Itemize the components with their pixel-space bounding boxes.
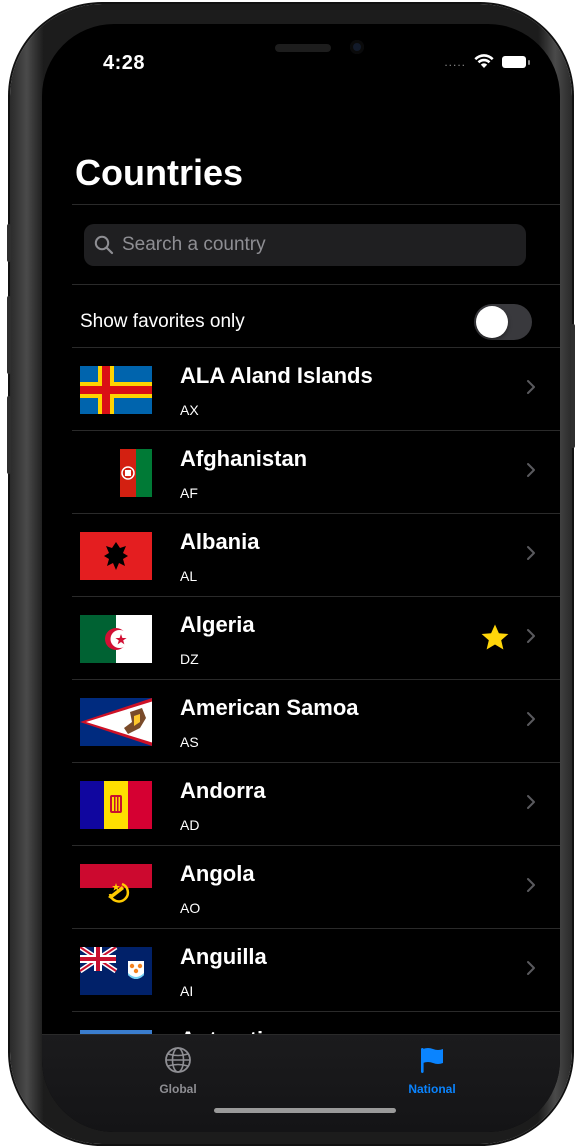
search-input[interactable] — [120, 233, 504, 257]
country-name: Algeria — [180, 612, 255, 637]
chevron-right-icon — [527, 546, 535, 560]
country-row[interactable]: ALA Aland Islands AX — [42, 348, 560, 431]
home-indicator[interactable] — [214, 1108, 396, 1113]
power-button — [571, 324, 575, 448]
american-samoa-flag — [80, 698, 152, 746]
chevron-right-icon — [527, 961, 535, 975]
country-name: Andorra — [180, 778, 266, 803]
tab-national[interactable]: National — [372, 1045, 492, 1096]
country-name: Anguilla — [180, 944, 267, 969]
battery-icon — [502, 55, 530, 68]
country-row[interactable]: Algeria DZ — [42, 597, 560, 680]
earpiece-speaker — [275, 44, 331, 52]
tab-global-label: Global — [159, 1082, 197, 1096]
volume-down-button — [7, 396, 11, 474]
country-code: AD — [180, 817, 200, 833]
country-name: Angola — [180, 861, 255, 886]
screen: 4:28 ..... Countries Search a country Sh… — [42, 24, 560, 1132]
status-time: 4:28 — [103, 52, 146, 74]
chevron-right-icon — [527, 712, 535, 726]
globe-icon — [165, 1047, 191, 1073]
country-code: AF — [180, 485, 198, 501]
chevron-right-icon — [527, 878, 535, 892]
search-bar[interactable] — [84, 224, 526, 266]
country-code: AS — [180, 734, 199, 750]
country-row[interactable]: Afghanistan AF — [42, 431, 560, 514]
anguilla-flag — [80, 947, 152, 995]
chevron-right-icon — [527, 380, 535, 394]
tab-national-label: National — [408, 1082, 456, 1096]
country-row[interactable]: Angola AO — [42, 846, 560, 929]
country-code: AX — [180, 402, 199, 418]
country-name: ALA Aland Islands — [180, 363, 373, 388]
title-divider — [72, 204, 560, 205]
tab-global[interactable]: Global — [118, 1045, 238, 1096]
country-row[interactable]: Andorra AD — [42, 763, 560, 846]
country-row[interactable]: Albania AL — [42, 514, 560, 597]
status-bar: 4:28 ..... — [42, 24, 560, 84]
country-name: American Samoa — [180, 695, 359, 720]
tab-bar: Global National — [42, 1034, 560, 1132]
chevron-right-icon — [527, 795, 535, 809]
status-icons: ..... — [444, 54, 530, 69]
front-camera — [350, 40, 364, 54]
andorra-flag — [80, 781, 152, 829]
chevron-right-icon — [527, 463, 535, 477]
volume-up-button — [7, 296, 11, 374]
phone-frame: 4:28 ..... Countries Search a country Sh… — [7, 4, 575, 1144]
page-title: Countries — [75, 152, 244, 193]
wifi-icon — [474, 54, 494, 68]
search-divider — [72, 284, 560, 285]
favorites-toggle-row: Show favorites only — [80, 300, 532, 344]
country-name: Albania — [180, 529, 260, 554]
chevron-right-icon — [527, 629, 535, 643]
country-name: Afghanistan — [180, 446, 308, 471]
country-code: AI — [180, 983, 194, 999]
cellular-signal-icon: ..... — [444, 54, 466, 69]
favorites-toggle-switch[interactable] — [474, 304, 532, 340]
country-code: AO — [180, 900, 201, 916]
aland-islands-flag — [80, 366, 152, 414]
country-code: AL — [180, 568, 198, 584]
algeria-flag — [80, 615, 152, 663]
flag-icon — [421, 1048, 443, 1073]
search-icon — [94, 235, 114, 255]
toggle-knob — [476, 306, 508, 338]
afghanistan-flag — [104, 449, 152, 497]
country-code: DZ — [180, 651, 199, 667]
favorite-star-icon[interactable] — [480, 623, 510, 653]
favorites-toggle-label: Show favorites only — [80, 311, 245, 332]
country-row[interactable]: American Samoa AS — [42, 680, 560, 763]
angola-flag — [80, 864, 152, 912]
silent-switch — [7, 224, 11, 262]
albania-flag — [80, 532, 152, 580]
country-row[interactable]: Anguilla AI — [42, 929, 560, 1012]
